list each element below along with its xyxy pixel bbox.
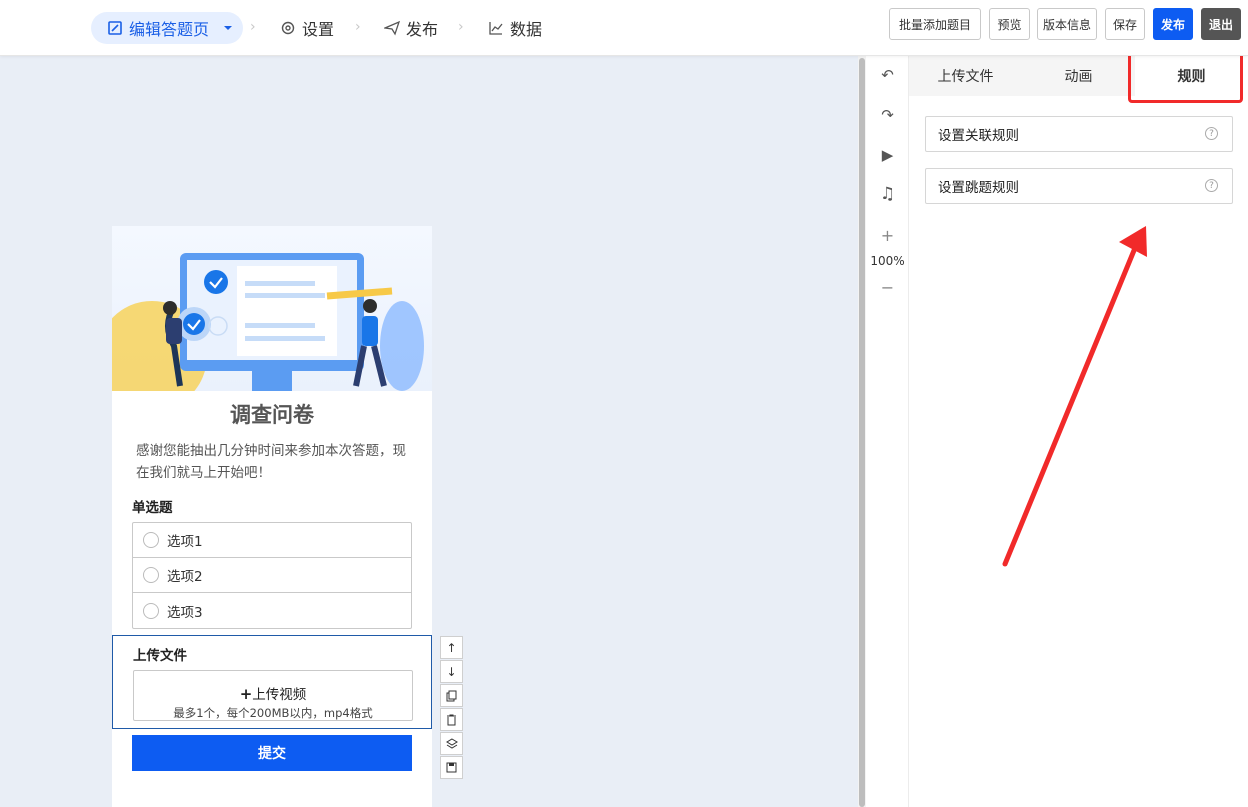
version-info-button[interactable]: 版本信息 xyxy=(1037,8,1097,40)
radio-option[interactable]: 选项2 xyxy=(133,558,411,593)
preview-button[interactable]: 预览 xyxy=(989,8,1030,40)
question-title: 上传文件 xyxy=(133,648,187,664)
save-icon[interactable] xyxy=(440,756,463,779)
copy-icon[interactable] xyxy=(440,684,463,707)
chevron-right-icon: › xyxy=(458,19,464,35)
radio-option[interactable]: 选项1 xyxy=(133,523,411,558)
plus-icon: + xyxy=(239,685,253,703)
delete-icon[interactable] xyxy=(440,708,463,731)
step-label: 数据 xyxy=(510,20,543,39)
radio-icon[interactable] xyxy=(143,602,159,619)
music-icon[interactable]: ♫ xyxy=(866,184,909,204)
option-label: 选项2 xyxy=(167,569,203,585)
top-bar: 编辑答题页 › 设置 › 发布 › 数据 批量添加题目 预览 版本信息 保存 发… xyxy=(0,0,1248,56)
publish-button[interactable]: 发布 xyxy=(1153,8,1193,40)
radio-option[interactable]: 选项3 xyxy=(133,593,411,628)
single-choice-options: 选项1 选项2 选项3 xyxy=(132,522,412,629)
tab-animation[interactable]: 动画 xyxy=(1022,56,1135,96)
undo-icon[interactable]: ↶ xyxy=(866,66,909,84)
step-edit-page[interactable]: 编辑答题页 xyxy=(91,12,243,44)
play-icon[interactable]: ▶ xyxy=(866,146,909,164)
step-settings[interactable]: 设置 xyxy=(280,12,334,44)
gear-icon xyxy=(281,21,295,35)
option-label: 选项1 xyxy=(167,534,203,550)
survey-description: 感谢您能抽出几分钟时间来参加本次答题，现在我们就马上开始吧！ xyxy=(136,443,406,481)
properties-panel: 上传文件 动画 规则 设置关联规则 ? 设置跳题规则 ? xyxy=(909,56,1248,807)
save-button[interactable]: 保存 xyxy=(1105,8,1145,40)
chevron-down-icon xyxy=(224,26,233,30)
batch-add-button[interactable]: 批量添加题目 xyxy=(889,8,981,40)
zoom-in-icon[interactable]: + xyxy=(866,226,909,245)
radio-icon[interactable] xyxy=(143,567,159,583)
rule-label: 设置跳题规则 xyxy=(938,180,1019,196)
step-label: 发布 xyxy=(406,20,439,39)
question-toolbar: ↑ ↓ xyxy=(440,636,464,780)
set-jump-rule-button[interactable]: 设置跳题规则 ? xyxy=(925,168,1233,204)
scrollbar-thumb[interactable] xyxy=(859,58,865,807)
question-title: 单选题 xyxy=(132,500,173,516)
zoom-level: 100% xyxy=(870,254,905,268)
send-icon xyxy=(384,20,400,36)
redo-icon[interactable]: ↷ xyxy=(866,106,909,124)
upload-label: 上传视频 xyxy=(252,687,307,703)
radio-icon[interactable] xyxy=(143,532,159,548)
edit-icon xyxy=(108,21,122,35)
survey-title: 调查问卷 xyxy=(230,403,314,427)
survey-banner-illustration xyxy=(112,226,432,391)
move-down-icon[interactable]: ↓ xyxy=(440,660,463,683)
tab-upload-file[interactable]: 上传文件 xyxy=(909,56,1022,96)
chevron-right-icon: › xyxy=(250,19,256,35)
exit-button[interactable]: 退出 xyxy=(1201,8,1241,40)
upload-video-button[interactable]: +上传视频 最多1个，每个200MB以内，mp4格式 xyxy=(133,670,413,721)
side-toolbar: ↶ ↷ ▶ ♫ + 100% − xyxy=(866,56,909,807)
help-icon[interactable]: ? xyxy=(1205,127,1218,140)
chart-icon xyxy=(489,22,503,35)
rule-label: 设置关联规则 xyxy=(938,128,1019,144)
upload-hint: 最多1个，每个200MB以内，mp4格式 xyxy=(173,706,373,720)
step-publish[interactable]: 发布 xyxy=(384,12,438,44)
zoom-out-icon[interactable]: − xyxy=(866,278,909,297)
step-data[interactable]: 数据 xyxy=(488,12,542,44)
move-up-icon[interactable]: ↑ xyxy=(440,636,463,659)
set-association-rule-button[interactable]: 设置关联规则 ? xyxy=(925,116,1233,152)
step-label: 编辑答题页 xyxy=(129,20,210,39)
chevron-right-icon: › xyxy=(355,19,361,35)
step-label: 设置 xyxy=(302,20,335,39)
help-icon[interactable]: ? xyxy=(1205,179,1218,192)
upload-question-selected[interactable]: 上传文件 +上传视频 最多1个，每个200MB以内，mp4格式 xyxy=(112,635,432,729)
layers-icon[interactable] xyxy=(440,732,463,755)
submit-button[interactable]: 提交 xyxy=(132,735,412,771)
highlight-box xyxy=(1128,51,1243,103)
option-label: 选项3 xyxy=(167,604,203,621)
